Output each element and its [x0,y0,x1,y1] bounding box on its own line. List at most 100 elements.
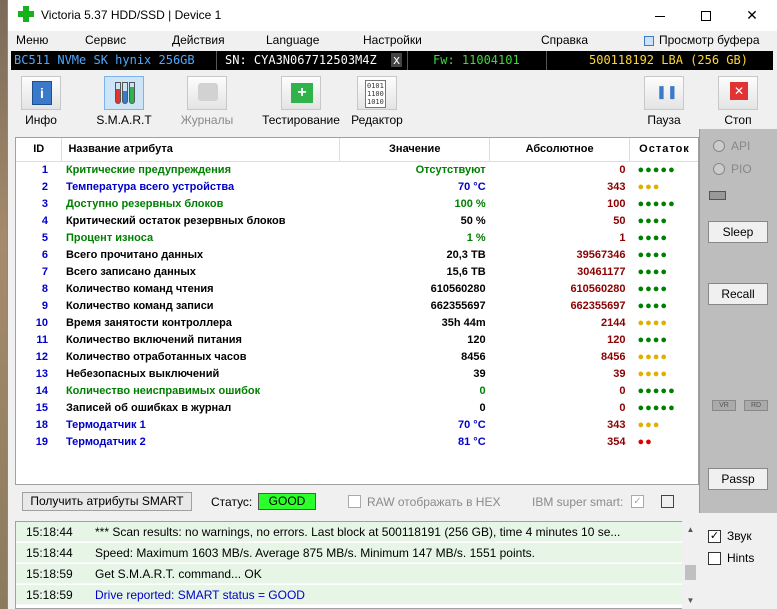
testing-button[interactable]: Тестирование [259,72,343,128]
table-row[interactable]: 4 Критический остаток резервных блоков 50 … [16,212,698,229]
column-header-id[interactable]: ID [16,138,63,162]
hints-checkbox[interactable] [708,552,721,565]
table-row[interactable]: 2 Температура всего устройства 70 °C 343 ●●● [16,178,698,195]
minimize-button[interactable] [637,0,683,31]
empty-row [16,450,698,467]
attr-value: 70 °C [458,418,486,431]
api-radio[interactable] [713,140,725,152]
scroll-up-icon[interactable]: ▲ [682,521,699,538]
log-panel[interactable]: 15:18:44 *** Scan results: no warnings, … [15,521,695,609]
attr-remaining: ●●●●● [637,384,676,397]
log-line: 15:18:44 *** Scan results: no warnings, … [16,522,686,542]
menu-bar: Меню Сервис Действия Language Настройки … [8,31,777,50]
pause-button[interactable]: Пауза [634,72,694,128]
editor-button[interactable]: Редактор [347,72,407,128]
menu-settings[interactable]: Настройки [363,33,422,47]
attr-id: 11 [36,333,48,346]
vr-indicator: VR [712,400,736,411]
editor-icon [357,76,397,110]
menu-buffer-view[interactable]: Просмотр буфера [659,33,760,47]
table-row[interactable]: 15 Записей об ошибках в журнал 0 0 ●●●●● [16,399,698,416]
scroll-thumb[interactable] [685,565,696,580]
scroll-down-icon[interactable]: ▼ [682,592,699,609]
table-row[interactable]: 9 Количество команд записи 662355697 662355… [16,297,698,314]
table-row[interactable]: 12 Количество отработанных часов 8456 8456 ●… [16,348,698,365]
attr-name: Количество включений питания [65,333,242,346]
sleep-button[interactable]: Sleep [708,221,768,243]
ibm-super-smart-checkbox[interactable]: ✓ [631,495,644,508]
attr-name: Доступно резервных блоков [65,197,224,210]
attr-absolute: 343 [607,418,626,431]
table-row[interactable]: 7 Всего записано данных 15,6 TB 30461177 ●●●… [16,263,698,280]
menu-help[interactable]: Справка [541,33,588,47]
column-header-remaining[interactable]: Остаток [629,138,698,162]
attr-name: Количество команд записи [65,299,214,312]
pio-label: PIO [731,162,752,176]
recall-button[interactable]: Recall [708,283,768,305]
attr-absolute: 39 [613,367,626,380]
table-row[interactable]: 19 Термодатчик 2 81 °C 354 ●● [16,433,698,450]
table-row[interactable]: 10 Время занятости контроллера 35h 44m 2144… [16,314,698,331]
menu-actions[interactable]: Действия [172,33,225,47]
table-row[interactable]: 8 Количество команд чтения 610560280 610560… [16,280,698,297]
status-label: Статус: [211,495,253,509]
table-row[interactable]: 6 Всего прочитано данных 20,3 TB 39567346 ●●… [16,246,698,263]
log-time: 15:18:59 [26,567,73,581]
table-row[interactable]: 13 Небезопасных выключений 39 39 ●●●● [16,365,698,382]
sound-checkbox[interactable]: ✓ [708,530,721,543]
journal-icon [187,76,227,110]
table-row[interactable]: 1 Критические предупреждения Отсутствуют 0 ●… [16,161,698,178]
attr-absolute: 0 [619,163,626,176]
device-info-bar[interactable]: BC511 NVMe SK hynix 256GB SN: CYA3N06771… [11,51,773,70]
attr-id: 15 [35,401,48,414]
table-row[interactable]: 14 Количество неисправимых ошибок 0 0 ●●●●● [16,382,698,399]
attr-name: Критические предупреждения [65,163,231,176]
attr-name: Количество отработанных часов [65,350,247,363]
menu-service[interactable]: Сервис [85,33,126,47]
attr-value: 20,3 TB [446,248,486,261]
log-message: Speed: Maximum 1603 MB/s. Average 875 MB… [95,546,535,560]
attr-value: 70 °C [458,180,486,193]
column-header-absolute[interactable]: Абсолютное [489,138,630,162]
close-window-button[interactable]: ✕ [729,0,775,31]
raw-hex-checkbox[interactable] [348,495,361,508]
attr-name: Количество команд чтения [65,282,214,295]
smart-icon [104,76,144,110]
menu-language[interactable]: Language [266,33,319,47]
get-smart-button[interactable]: Получить атрибуты SMART [22,492,192,511]
log-message: *** Scan results: no warnings, no errors… [95,525,621,539]
attr-remaining: ●●●●● [637,197,676,210]
title-bar: Victoria 5.37 HDD/SSD | Device 1 ✕ [8,0,777,31]
log-line: 15:18:44 Speed: Maximum 1603 MB/s. Avera… [16,543,686,563]
attr-value: 8456 [461,350,486,363]
attr-value: 50 % [460,214,486,227]
log-line: 15:18:59 Drive reported: SMART status = … [16,585,686,605]
column-header-name[interactable]: Название атрибута [61,138,341,162]
passp-button[interactable]: Passp [708,468,768,490]
attr-absolute: 0 [619,401,626,414]
pio-radio[interactable] [713,163,725,175]
attr-value: 81 °C [458,435,486,448]
table-row[interactable]: 5 Процент износа 1 % 1 ●●●● [16,229,698,246]
smart-label: S.M.A.R.T [96,113,152,127]
smart-attributes-table[interactable]: ID Название атрибута Значение Абсолютное… [15,137,699,485]
journals-button[interactable]: Журналы [177,72,237,128]
attr-id: 4 [41,214,48,227]
attr-absolute: 354 [607,435,626,448]
stop-button[interactable]: Стоп [708,72,768,128]
log-scrollbar[interactable]: ▲ ▼ [682,521,699,609]
log-time: 15:18:59 [26,588,73,602]
table-row[interactable]: 18 Термодатчик 1 70 °C 343 ●●● [16,416,698,433]
device-close-icon[interactable]: x [391,53,403,67]
maximize-button[interactable] [683,0,729,31]
table-row[interactable]: 11 Количество включений питания 120 120 ●●●● [16,331,698,348]
column-header-value[interactable]: Значение [339,138,491,162]
menu-main[interactable]: Меню [16,33,48,47]
table-row[interactable]: 3 Доступно резервных блоков 100 % 100 ●●●●● [16,195,698,212]
extra-checkbox[interactable] [661,495,674,508]
attr-absolute: 30461177 [577,265,626,278]
smart-button[interactable]: S.M.A.R.T [94,72,154,128]
info-button[interactable]: Инфо [11,72,71,128]
api-label: API [731,139,751,153]
attr-value: 662355697 [430,299,486,312]
